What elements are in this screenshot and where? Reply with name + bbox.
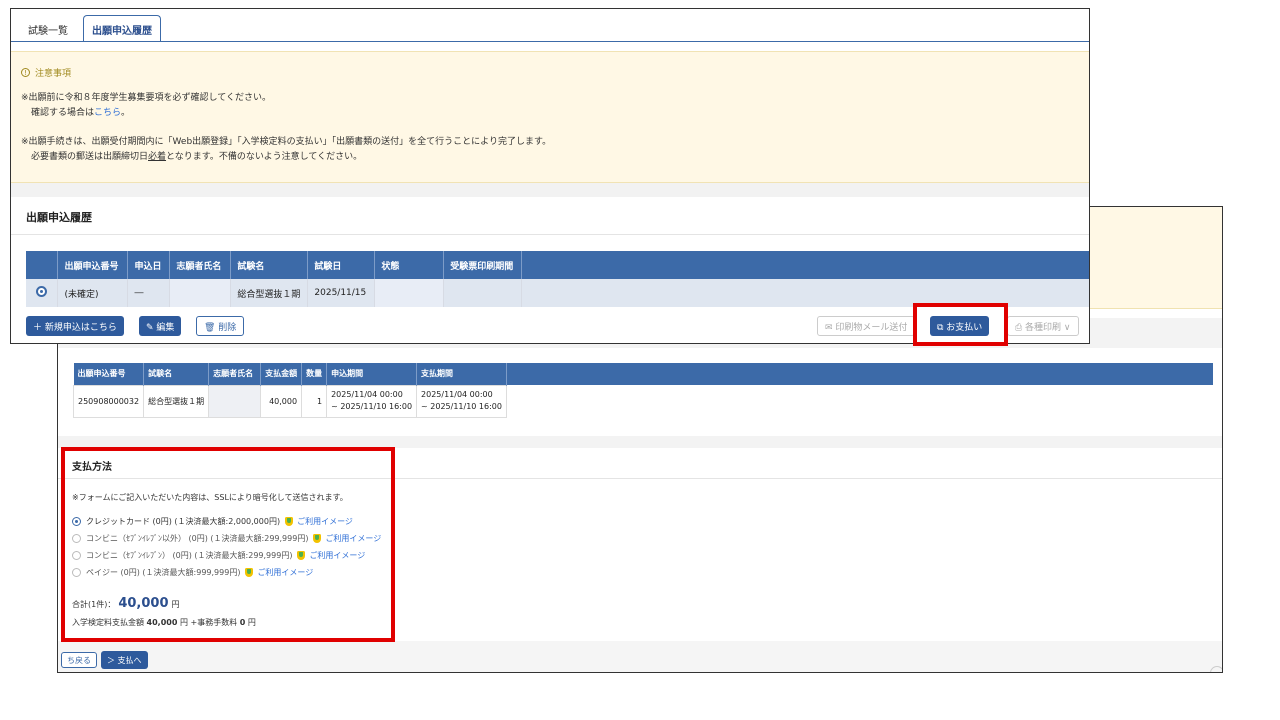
footer-band xyxy=(58,641,1222,672)
divider xyxy=(1089,308,1222,309)
notice-box: ! 注意事項 ※出願前に令和８年度学生募集要項を必ず確認してください。 確認する… xyxy=(11,51,1089,183)
guideline-link[interactable]: こちら xyxy=(94,108,121,118)
cell-qty: 1 xyxy=(301,384,328,418)
column-header: 試験名 xyxy=(143,363,210,385)
back-button[interactable]: ち戻る xyxy=(61,652,97,668)
tab-exam-list[interactable]: 試験一覧 xyxy=(17,16,79,42)
column-header-empty xyxy=(521,251,1089,279)
notice-text: 必要書類の郵送は出願締切日 xyxy=(31,152,149,162)
notice-area-partial xyxy=(1089,207,1222,309)
apply-period-start: 2025/11/04 00:00 xyxy=(331,390,403,399)
column-header: 志願者氏名 xyxy=(169,251,232,279)
print-mail-button[interactable]: ✉ 印刷物メール送付 xyxy=(817,316,916,336)
column-header-empty xyxy=(506,363,1214,385)
notice-text: 。 xyxy=(121,108,131,118)
tab-underline xyxy=(11,41,1089,42)
cell-exam: 総合型選抜１期 xyxy=(143,384,210,418)
column-header: 志願者氏名 xyxy=(208,363,262,385)
edit-button[interactable]: ✎ 編集 xyxy=(139,316,182,336)
background-band xyxy=(11,183,1089,197)
notice-line: 確認する場合はこちら。 xyxy=(31,105,130,118)
cell-exam: 総合型選抜１期 xyxy=(230,279,309,307)
notice-header: ! 注意事項 xyxy=(21,66,71,79)
notice-line: ※出願前に令和８年度学生募集要項を必ず確認してください。 xyxy=(21,93,272,103)
column-header: 試験日 xyxy=(307,251,376,279)
cell-name-masked xyxy=(169,279,232,307)
column-header: 出願申込番号 xyxy=(73,363,145,385)
cell-amount: 40,000 xyxy=(260,384,303,418)
table-header-row: 出願申込番号 申込日 志願者氏名 試験名 試験日 状態 受験票印刷期間 xyxy=(26,251,1089,279)
cell-status-masked xyxy=(374,279,445,307)
cell-pay-period: 2025/11/04 00:00 ~ 2025/11/10 16:00 xyxy=(416,384,507,418)
column-header: 受験票印刷期間 xyxy=(443,251,523,279)
pay-period-end: ~ 2025/11/10 16:00 xyxy=(421,402,502,411)
row-radio-selected[interactable] xyxy=(36,286,48,297)
cell-select[interactable] xyxy=(26,279,59,307)
payment-table: 出願申込番号 試験名 志願者氏名 支払金額 数量 申込期間 支払期間 25090… xyxy=(72,363,1214,418)
print-menu-button[interactable]: ⎙ 各種印刷 ∨ xyxy=(1007,316,1079,336)
notice-title: 注意事項 xyxy=(35,69,72,79)
cell-number: (未確定) xyxy=(57,279,129,307)
info-icon: ! xyxy=(21,68,30,77)
tab-application-history[interactable]: 出願申込履歴 xyxy=(83,15,161,42)
section-title: 出願申込履歴 xyxy=(26,211,92,224)
application-history-window: 試験一覧 出願申込履歴 ! 注意事項 ※出願前に令和８年度学生募集要項を必ず確認… xyxy=(10,8,1090,344)
notice-emphasis: 必着 xyxy=(148,152,167,162)
notice-text: 確認する場合は xyxy=(31,108,95,118)
divider xyxy=(11,234,1089,235)
delete-button[interactable]: 🗑 削除 xyxy=(196,316,245,336)
column-header: 申込期間 xyxy=(326,363,418,385)
new-application-button[interactable]: ＋ 新規申込はこちら xyxy=(26,316,124,336)
notice-line: ※出願手続きは、出願受付期間内に「Web出願登録」「入学検定料の支払い」「出願書… xyxy=(21,137,552,147)
apply-period-end: ~ 2025/11/10 16:00 xyxy=(331,402,413,411)
scroll-top-icon[interactable] xyxy=(1210,666,1222,672)
table-row: 250908000032 総合型選抜１期 40,000 1 2025/11/04… xyxy=(72,384,1214,418)
cell-date: ― xyxy=(127,279,171,307)
cell-apply-period: 2025/11/04 00:00 ~ 2025/11/10 16:00 xyxy=(326,384,418,418)
column-header: 申込日 xyxy=(127,251,171,279)
column-header: 状態 xyxy=(374,251,445,279)
column-header: 試験名 xyxy=(230,251,309,279)
highlight-payment-button xyxy=(913,303,1008,346)
history-table: 出願申込番号 申込日 志願者氏名 試験名 試験日 状態 受験票印刷期間 (未確定… xyxy=(26,251,1089,307)
highlight-payment-method xyxy=(61,447,395,642)
column-header: 支払期間 xyxy=(416,363,507,385)
pay-period-start: 2025/11/04 00:00 xyxy=(421,390,493,399)
cell-number: 250908000032 xyxy=(72,384,145,418)
column-header: 支払金額 xyxy=(260,363,303,385)
proceed-to-payment-button[interactable]: ＞ 支払へ xyxy=(101,651,148,669)
notice-line: 必要書類の郵送は出願締切日必着となります。不備のないよう注意してください。 xyxy=(31,149,362,162)
cell-empty xyxy=(506,385,1214,417)
cell-name-masked xyxy=(208,384,262,418)
table-header-row: 出願申込番号 試験名 志願者氏名 支払金額 数量 申込期間 支払期間 xyxy=(73,363,1214,385)
notice-text: となります。不備のないよう注意してください。 xyxy=(166,152,363,162)
column-header: 出願申込番号 xyxy=(57,251,129,279)
column-header: 数量 xyxy=(301,363,328,385)
cell-exam-date: 2025/11/15 xyxy=(307,279,376,307)
column-header-select xyxy=(26,251,59,279)
cell-print-period xyxy=(443,279,523,307)
